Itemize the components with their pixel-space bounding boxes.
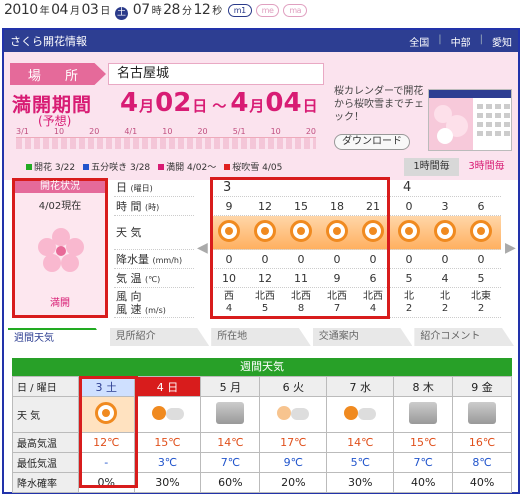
status-state: 満開	[50, 298, 70, 309]
day: 03	[81, 2, 99, 18]
sun-cloud-icon	[344, 406, 359, 420]
sakura-icon	[38, 228, 84, 272]
calendar-note: 桜カレンダーで開花から桜吹雪までチェック！	[334, 86, 424, 123]
place-label: 場 所	[10, 63, 106, 85]
download-button[interactable]: ダウンロード	[334, 134, 410, 150]
tab-3hour[interactable]: 3時間毎	[459, 158, 514, 176]
bloom-legend: 開花 3/22 五分咲き 3/28 満開 4/02〜 桜吹雪 4/05	[26, 160, 282, 173]
month: 04	[51, 2, 68, 18]
sun-icon	[470, 220, 492, 242]
sun-icon	[434, 220, 456, 242]
interval-tabs: 1時間毎 3時間毎	[404, 158, 514, 176]
weekday-badge: 土	[114, 7, 128, 20]
tab-weekly-weather[interactable]: 週間天気	[8, 328, 108, 346]
datetime-line: 2010 年 04 月 03 日 土 07 時 28 分 12 秒 m1 me ma	[4, 2, 308, 24]
weekly-title: 週間天気	[12, 358, 512, 376]
bloom-period: 4 月 02 日～ 4 月 04 日	[120, 88, 318, 118]
bloom-status-panel: 開花状況 4/02現在 満開	[12, 178, 108, 318]
cloud-icon	[409, 402, 438, 424]
tab-1hour[interactable]: 1時間毎	[404, 158, 459, 176]
mode-pill-1[interactable]: m1	[227, 4, 252, 17]
title-bar: さくら開花情報 全国 | 中部 | 愛知	[4, 30, 518, 52]
nav-chubu[interactable]: 中部	[445, 34, 477, 49]
info-tabs: 週間天気 見所紹介 所在地 交通案内 紹介コメント	[8, 328, 514, 346]
sun-icon	[398, 220, 420, 242]
nav-aichi[interactable]: 愛知	[486, 34, 518, 49]
bloom-timeline: 3/1 10 20 4/1 10 20 5/1 10 20	[16, 127, 316, 157]
cloud-icon	[468, 402, 497, 424]
sun-cloud-icon	[277, 406, 292, 420]
mode-pill-3[interactable]: ma	[283, 4, 308, 17]
hourly-highlight	[210, 177, 390, 319]
place-name: 名古屋城	[108, 63, 324, 85]
status-date: 4/02現在	[38, 201, 82, 212]
tab-access[interactable]: 交通案内	[312, 328, 413, 346]
legend-full: 満開 4/02〜	[158, 160, 216, 173]
nav-national[interactable]: 全国	[403, 34, 435, 49]
mode-pill-2[interactable]: me	[255, 4, 280, 17]
legend-fall: 桜吹雪 4/05	[224, 160, 282, 173]
status-heading: 開花状況	[15, 181, 105, 193]
next-arrow[interactable]: ▶	[505, 240, 516, 256]
prev-arrow[interactable]: ◀	[197, 240, 208, 256]
page-title: さくら開花情報	[10, 35, 87, 48]
breadcrumb: 全国 | 中部 | 愛知	[403, 34, 518, 49]
calendar-thumbnail[interactable]	[428, 89, 512, 151]
hourly-row-labels: 日 (曜日) 時 間 (時) 天 気 降水量 (mm/h) 気 温 (℃) 風 …	[114, 178, 194, 318]
cloud-rain-icon	[216, 402, 245, 424]
year: 2010	[4, 2, 38, 18]
today-highlight	[79, 376, 138, 488]
tab-location[interactable]: 所在地	[211, 328, 311, 346]
tab-highlights[interactable]: 見所紹介	[109, 328, 210, 346]
legend-half: 五分咲き 3/28	[83, 160, 150, 173]
legend-open: 開花 3/22	[26, 160, 75, 173]
sun-cloud-icon	[151, 406, 166, 420]
tab-comment[interactable]: 紹介コメント	[414, 328, 514, 346]
